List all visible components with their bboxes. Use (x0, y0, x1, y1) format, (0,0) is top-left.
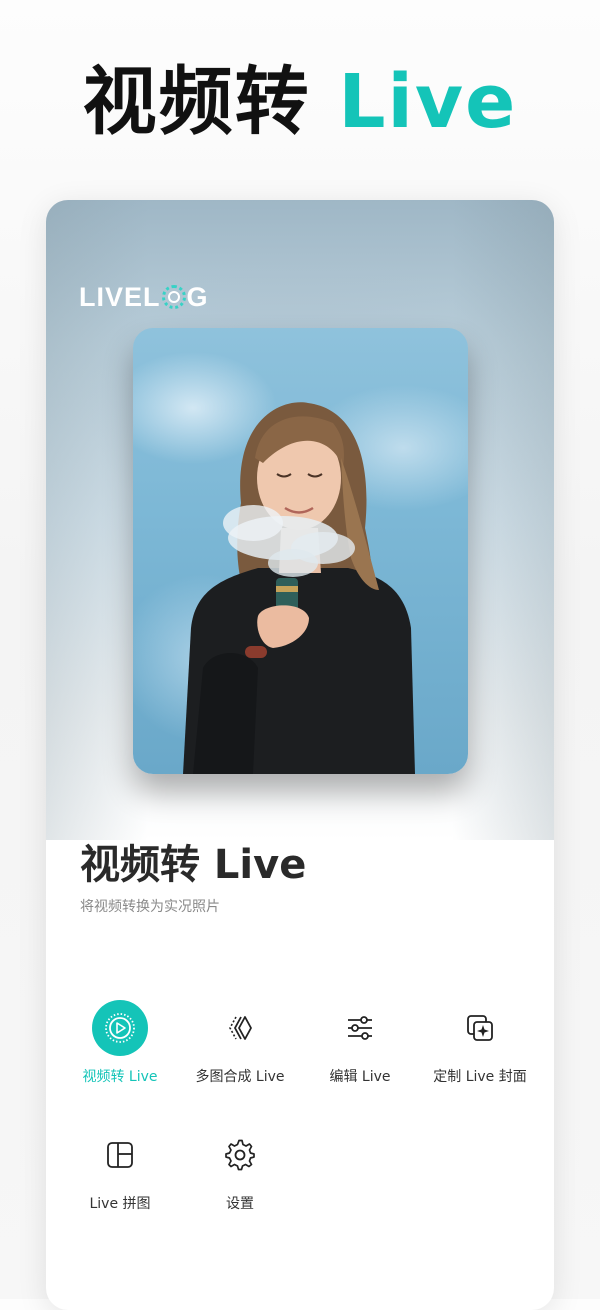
merge-chevrons-icon (212, 1000, 268, 1056)
play-circle-icon (92, 1000, 148, 1056)
cover-sparkle-icon (452, 1000, 508, 1056)
live-photo-preview[interactable] (133, 328, 468, 774)
menu-item-merge-live[interactable]: 多图合成 Live (180, 1000, 300, 1086)
feature-subtitle: 将视频转换为实况照片 (80, 899, 220, 915)
menu-item-label: 视频转 Live (82, 1069, 158, 1085)
menu-item-label: 多图合成 Live (195, 1069, 285, 1085)
menu-item-label: 编辑 Live (329, 1069, 391, 1085)
collage-grid-icon (92, 1127, 148, 1183)
sliders-icon (332, 1000, 388, 1056)
menu-item-custom-cover[interactable]: 定制 Live 封面 (420, 1000, 540, 1086)
logo-text-start: LIVEL (79, 281, 161, 312)
logo-text-end: G (186, 281, 209, 312)
gear-icon (212, 1127, 268, 1183)
menu-item-edit-live[interactable]: 编辑 Live (300, 1000, 420, 1086)
menu-item-video-to-live[interactable]: 视频转 Live (60, 1000, 180, 1086)
promo-heading-main: 视频转 (82, 59, 311, 145)
portrait-illustration (183, 402, 415, 774)
logo-ring-icon (161, 285, 186, 309)
menu-item-settings[interactable]: 设置 (180, 1127, 300, 1213)
feature-title: 视频转 Live (80, 842, 307, 888)
menu-item-label: 设置 (226, 1196, 254, 1212)
menu-item-live-collage[interactable]: Live 拼图 (60, 1127, 180, 1213)
promo-heading: 视频转 Live (0, 62, 600, 142)
menu-item-label: Live 拼图 (89, 1196, 151, 1212)
livelog-logo: LIVEL G (79, 280, 209, 314)
menu-item-label: 定制 Live 封面 (433, 1069, 527, 1085)
promo-heading-accent: Live (338, 59, 518, 145)
app-screen-card: LIVEL G 视频转 Live 将视频转换为实况照片 视频转 Live 多图合… (46, 200, 554, 1310)
